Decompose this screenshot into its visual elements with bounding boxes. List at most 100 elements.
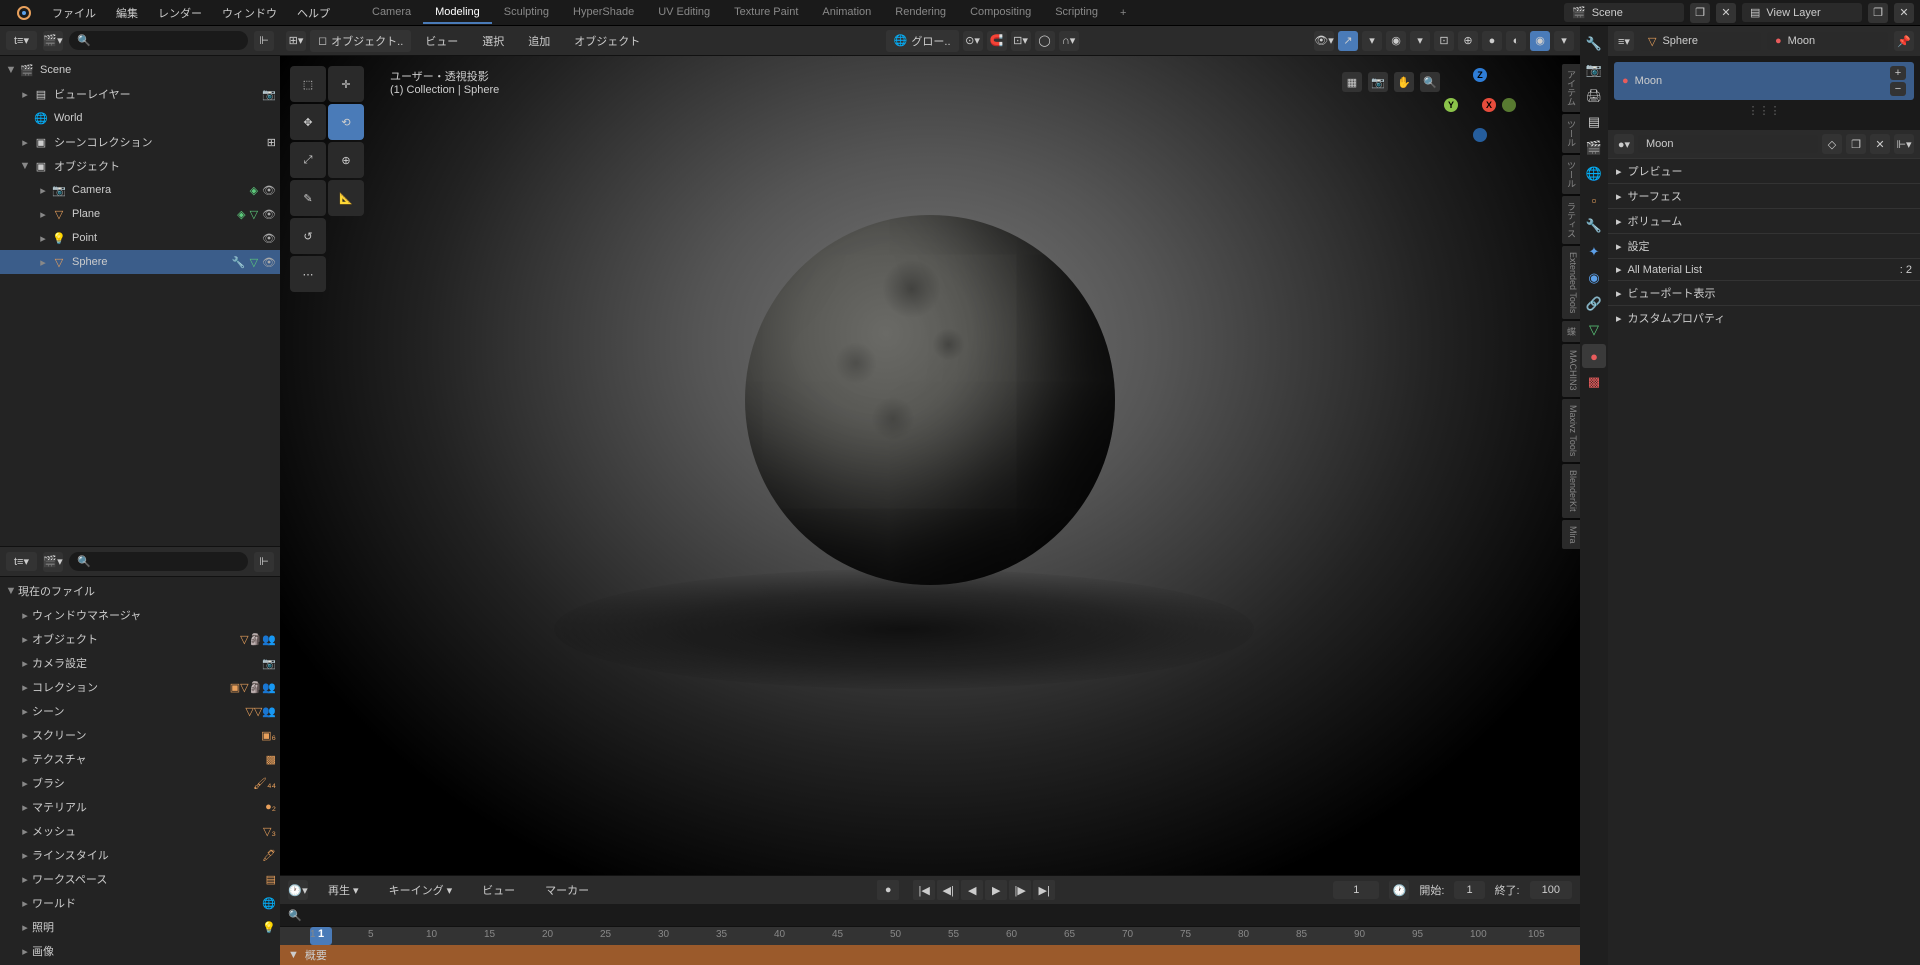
filebrowser-filter-icon[interactable]: ⊩ [254,552,274,572]
outliner-search[interactable]: 🔍 [69,31,248,50]
snap-icon[interactable]: 🧲 [987,31,1007,51]
file-item[interactable]: ▸ワールド🌐 [0,891,280,915]
tree-scene-collection[interactable]: ▸▣シーンコレクション⊞ [0,130,280,154]
tool-move[interactable]: ✥ [290,104,326,140]
workspace-tab-compositing[interactable]: Compositing [958,2,1043,24]
proportional-opts-icon[interactable]: ∩▾ [1059,31,1079,51]
property-panel[interactable]: ▸ボリューム [1608,208,1920,233]
gizmo-toggle-icon[interactable]: ↗ [1338,31,1358,51]
timeline-editor-icon[interactable]: 🕐▾ [288,880,308,900]
vp-menu-object[interactable]: オブジェクト [564,29,650,53]
file-item[interactable]: ▸オブジェクト▽🗿👥 [0,627,280,651]
tool-rotate[interactable]: ⟲ [328,104,364,140]
nav-pan-icon[interactable]: ✋ [1394,72,1414,92]
tree-world[interactable]: 🌐World [0,106,280,130]
prop-tab-scene[interactable]: 🎬 [1582,136,1606,160]
workspace-add-button[interactable]: + [1110,3,1136,23]
viewport-side-tab[interactable]: BlenderKit [1562,464,1580,518]
scene-new-icon[interactable]: ❐ [1690,3,1710,23]
visibility-icon[interactable]: 👁 [262,208,276,221]
viewlayer-selector[interactable]: ▤View Layer [1742,3,1862,22]
prop-pin-icon[interactable]: 📌 [1894,31,1914,51]
prop-tab-tool[interactable]: 🔧 [1582,32,1606,56]
tl-menu-keying[interactable]: キーイング ▾ [379,878,463,902]
file-item[interactable]: ▸メッシュ▽₃ [0,819,280,843]
material-copy-icon[interactable]: ❐ [1846,134,1866,154]
tree-viewlayer[interactable]: ▸▤ビューレイヤー📷 [0,82,280,106]
viewport-side-tab[interactable]: アイテム [1562,64,1580,112]
tool-extra2[interactable]: ⋯ [290,256,326,292]
tl-keyframe-next-icon[interactable]: |▶ [1009,880,1031,900]
outliner-mode-dropdown[interactable]: t≡▾ [6,31,37,50]
prop-tab-particles[interactable]: ✦ [1582,240,1606,264]
material-node-icon[interactable]: ⊩▾ [1894,134,1914,154]
prop-tab-physics[interactable]: ◉ [1582,266,1606,290]
snap-opts-icon[interactable]: ⊡▾ [1011,31,1031,51]
timeline-summary[interactable]: ▼概要 [280,945,1580,965]
visibility-icon[interactable]: 👁 [262,256,276,269]
viewport-side-tab[interactable]: Maxivz Tools [1562,399,1580,462]
viewport-side-tab[interactable]: 蝶 [1562,321,1580,342]
material-drag-handle[interactable]: ⋮⋮⋮ [1614,104,1914,117]
filebrowser-search[interactable]: 🔍 [69,552,248,571]
material-icon[interactable]: ▽ [250,208,258,221]
prop-tab-render[interactable]: 📷 [1582,58,1606,82]
tl-menu-playback[interactable]: 再生 ▾ [318,878,369,902]
material-name-field[interactable]: Moon [1638,135,1818,153]
tl-current-frame[interactable]: 1 [1333,881,1379,899]
filebrowser-mode-dropdown[interactable]: t≡▾ [6,552,37,571]
prop-tab-output[interactable]: 🖨 [1582,84,1606,108]
viewport-3d[interactable]: ユーザー・透視投影 (1) Collection | Sphere ⬚✛ ✥⟲ … [280,56,1580,875]
vp-menu-select[interactable]: 選択 [472,29,514,53]
collection-new-icon[interactable]: ⊞ [267,136,276,149]
viewport-side-tab[interactable]: ラティス [1562,196,1580,244]
camera-data-icon[interactable]: ◈ [250,184,258,197]
visibility-dropdown-icon[interactable]: 👁▾ [1314,31,1334,51]
property-panel[interactable]: ▸プレビュー [1608,158,1920,183]
tool-select-box[interactable]: ⬚ [290,66,326,102]
shading-material-icon[interactable]: ◐ [1506,31,1526,51]
workspace-tab-scripting[interactable]: Scripting [1043,2,1110,24]
tree-objects[interactable]: ▼▣オブジェクト [0,154,280,178]
menu-edit[interactable]: 編集 [106,1,148,25]
tool-annotate[interactable]: ✎ [290,180,326,216]
viewport-side-tab[interactable]: ツール [1562,114,1580,153]
visibility-icon[interactable]: 👁 [262,232,276,245]
file-item[interactable]: ▸画像 [0,939,280,963]
shading-rendered-icon[interactable]: ◉ [1530,31,1550,51]
blender-logo-icon[interactable] [6,1,42,25]
file-item[interactable]: ▸カメラ設定📷 [0,651,280,675]
viewport-side-tab[interactable]: Mira [1562,520,1580,550]
tl-play-reverse-icon[interactable]: ◀ [961,880,983,900]
viewport-side-tab[interactable]: ツール [1562,155,1580,194]
timeline-ruler[interactable]: 1 15101520253035404550556065707580859095… [280,926,1580,945]
file-root[interactable]: ▼現在のファイル [0,579,280,603]
menu-render[interactable]: レンダー [148,1,212,25]
file-item[interactable]: ▸ワークスペース▤ [0,867,280,891]
tree-camera[interactable]: ▸📷Camera◈👁 [0,178,280,202]
prop-tab-object[interactable]: ▫ [1582,188,1606,212]
tl-clock-icon[interactable]: 🕐 [1389,880,1409,900]
editor-type-icon[interactable]: ⊞▾ [286,31,306,51]
file-item[interactable]: ▸テクスチャ▩ [0,747,280,771]
shading-opts-icon[interactable]: ▾ [1554,31,1574,51]
viewport-side-tab[interactable]: MACHIN3 [1562,344,1580,397]
viewlayer-new-icon[interactable]: ❐ [1868,3,1888,23]
prop-tab-modifier[interactable]: 🔧 [1582,214,1606,238]
tree-scene-root[interactable]: ▼🎬Scene [0,58,280,82]
gizmo-opts-icon[interactable]: ▾ [1362,31,1382,51]
vp-menu-view[interactable]: ビュー [415,29,468,53]
property-panel[interactable]: ▸サーフェス [1608,183,1920,208]
pivot-icon[interactable]: ⊙▾ [963,31,983,51]
menu-window[interactable]: ウィンドウ [212,1,287,25]
overlay-toggle-icon[interactable]: ◉ [1386,31,1406,51]
workspace-tab-texture paint[interactable]: Texture Paint [722,2,810,24]
workspace-tab-hypershade[interactable]: HyperShade [561,2,646,24]
tool-measure[interactable]: 📐 [328,180,364,216]
tl-autokeying-icon[interactable]: ● [877,880,899,900]
material-icon[interactable]: ▽ [250,256,258,269]
mode-dropdown[interactable]: ◻オブジェクト.. [310,30,411,52]
tl-jump-end-icon[interactable]: ▶| [1033,880,1055,900]
nav-zoom-icon[interactable]: 🔍 [1420,72,1440,92]
outliner-filter-icon[interactable]: ⊩ [254,31,274,51]
